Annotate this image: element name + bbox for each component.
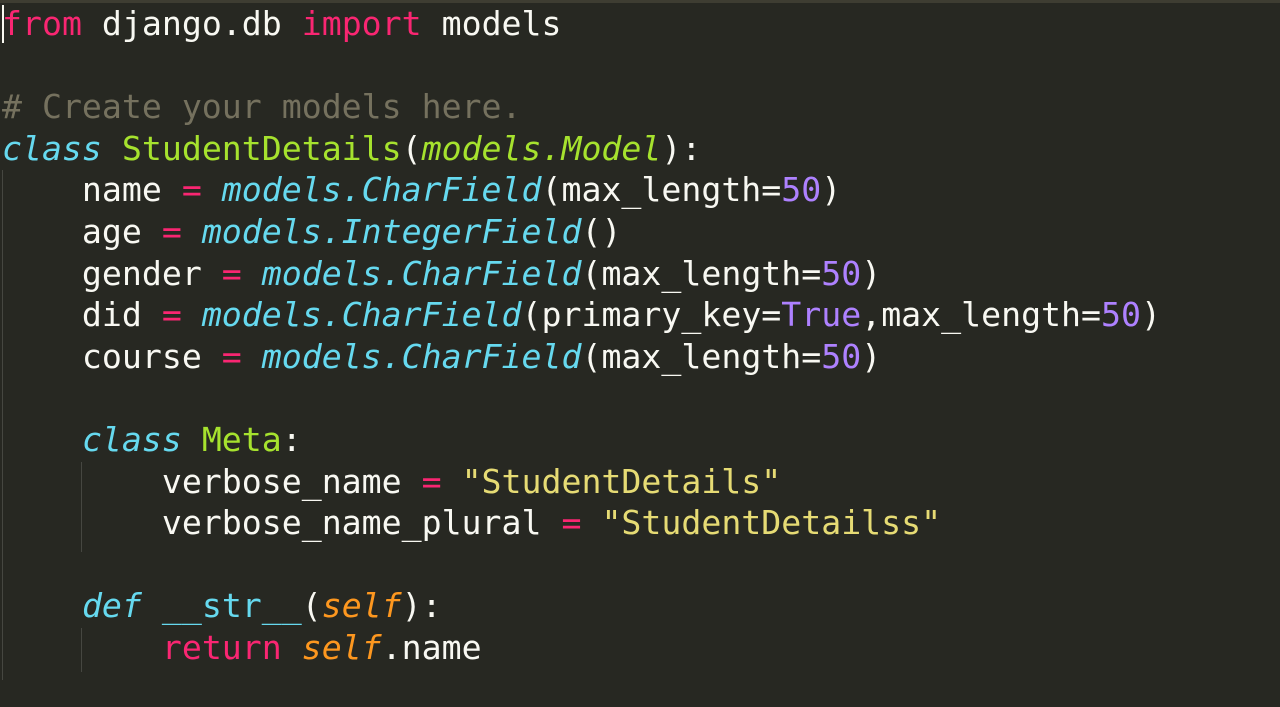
code-token: 50 [781,170,822,210]
code-token: = [421,461,442,501]
code-line-10[interactable] [2,377,1161,419]
code-token: (max_length= [541,170,782,210]
code-token: = [161,211,182,251]
code-token: ): [401,586,442,626]
code-token: # Create your models here. [2,87,522,127]
code-token: 50 [821,253,862,293]
code-editor[interactable]: from django.db import models # Create yo… [0,0,1280,707]
code-line-13[interactable]: verbose_name_plural = "StudentDetailss" [2,502,1161,544]
code-token: True [781,295,862,335]
code-token: (primary_key= [521,295,782,335]
code-token: def [81,586,142,626]
code-line-11[interactable]: class Meta: [2,419,1161,461]
code-line-5[interactable]: name = models.CharField(max_length=50) [2,169,1161,211]
code-token: = [181,170,202,210]
code-token: : [281,419,302,459]
code-token: ( [401,128,422,168]
code-line-6[interactable]: age = models.IntegerField() [2,211,1161,253]
code-token: = [221,336,242,376]
code-token: verbose_name_plural [2,503,562,543]
code-line-7[interactable]: gender = models.CharField(max_length=50) [2,253,1161,295]
code-token: return [161,627,282,667]
code-token: ): [661,128,702,168]
code-token: Meta [201,419,282,459]
code-token: gender [2,253,222,293]
code-token: = [221,253,242,293]
code-token: = [561,503,582,543]
code-line-2[interactable] [2,45,1161,87]
code-token: class [2,128,102,168]
code-token: class [81,419,182,459]
code-token: __str__ [161,586,302,626]
code-token: verbose_name [2,461,422,501]
code-line-3[interactable]: # Create your models here. [2,86,1161,128]
code-token: self [301,627,382,667]
code-line-4[interactable]: class StudentDetails(models.Model): [2,128,1161,170]
code-line-8[interactable]: did = models.CharField(primary_key=True,… [2,294,1161,336]
code-token: self [321,586,402,626]
text-cursor [2,5,4,43]
code-token: django.db [81,4,302,43]
code-token: models.IntegerField [201,211,582,251]
code-token: age [2,211,162,251]
code-line-9[interactable]: course = models.CharField(max_length=50) [2,336,1161,378]
code-token: models.CharField [221,170,542,210]
code-token: models.CharField [261,336,582,376]
code-token: from [2,4,82,43]
code-token: .name [381,627,482,667]
code-token: course [2,336,222,376]
code-token: ,max_length= [861,295,1101,335]
code-token: StudentDetails [121,128,402,168]
code-line-12[interactable]: verbose_name = "StudentDetails" [2,461,1161,503]
code-token: ) [861,253,882,293]
code-token: ( [301,586,322,626]
code-line-14[interactable] [2,544,1161,586]
code-line-1[interactable]: from django.db import models [2,3,1161,45]
code-token: (max_length= [581,336,822,376]
code-token: name [2,170,182,210]
code-token: 50 [1101,295,1141,335]
code-token: () [581,211,622,251]
code-line-15[interactable]: def __str__(self): [2,585,1161,627]
code-line-16[interactable]: return self.name [2,627,1161,669]
code-token: ) [821,170,842,210]
code-token: = [161,295,182,335]
code-token: 50 [821,336,862,376]
code-token: (max_length= [581,253,822,293]
code-token: "StudentDetailss" [601,503,942,543]
code-token: import [301,4,422,43]
code-token: ) [861,336,882,376]
code-token: ) [1140,295,1161,335]
code-token: models [421,4,562,43]
code-area[interactable]: from django.db import models # Create yo… [2,3,1161,669]
code-token: models.Model [421,128,662,168]
code-token: models.CharField [261,253,582,293]
code-token: did [2,295,162,335]
code-token: "StudentDetails" [461,461,782,501]
code-token: models.CharField [201,295,522,335]
